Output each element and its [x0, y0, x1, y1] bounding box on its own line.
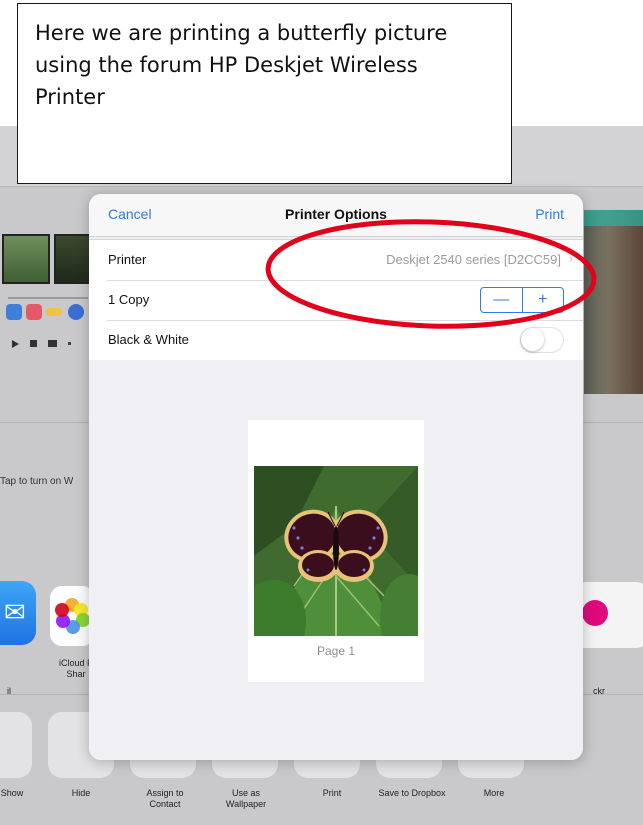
photo-thumbnail[interactable] — [2, 234, 50, 284]
copies-label: 1 Copy — [108, 292, 150, 307]
copies-row: 1 Copy — + — [89, 280, 583, 320]
increment-button[interactable]: + — [523, 288, 564, 312]
page-preview[interactable]: Page 1 — [248, 420, 424, 682]
background-photo-edge — [584, 210, 643, 226]
print-button[interactable]: Print — [535, 206, 564, 222]
slideshow-button[interactable] — [0, 712, 32, 778]
dialog-title: Printer Options — [285, 206, 387, 222]
printer-value: Deskjet 2540 series [D2CC59] — [386, 252, 561, 267]
action-label: Hide — [71, 788, 91, 798]
caption-callout: Here we are printing a butterfly picture… — [17, 3, 512, 184]
photo-thumbnails — [0, 234, 100, 284]
thumbnail-caption — [8, 297, 88, 299]
printer-options-list: Printer Deskjet 2540 series [D2CC59] › 1… — [89, 239, 583, 361]
print-preview-area: Page 1 — [89, 360, 583, 760]
square-mini-icon — [30, 340, 37, 347]
airdrop-hint-label: Tap to turn on W — [0, 476, 74, 487]
share-app-label: il — [7, 686, 11, 696]
more-mini-icon — [68, 342, 71, 345]
toggle-knob — [521, 328, 544, 351]
printer-row[interactable]: Printer Deskjet 2540 series [D2CC59] › — [89, 240, 583, 280]
page-label: Page 1 — [316, 644, 356, 658]
butterfly-photo — [254, 466, 418, 636]
background-photo — [584, 210, 643, 394]
mail-mini-icon — [6, 304, 22, 320]
chevron-right-icon: › — [568, 251, 573, 266]
action-label: More — [483, 788, 505, 798]
printer-options-dialog: Cancel Printer Options Print Printer Des… — [89, 194, 583, 760]
play-mini-icon — [12, 340, 19, 348]
copies-stepper[interactable]: — + — [480, 287, 564, 313]
notes-mini-icon — [46, 308, 62, 316]
action-label: Assign to Contact — [146, 788, 184, 809]
black-white-row: Black & White — [89, 320, 583, 360]
flickr-icon — [582, 600, 608, 626]
decrement-button[interactable]: — — [481, 288, 522, 312]
butterfly-image — [254, 466, 418, 636]
airdrop-hint-text: Tap to turn on W — [0, 476, 73, 487]
photos-icon — [54, 598, 90, 634]
dialog-navbar: Cancel Printer Options Print — [89, 194, 583, 237]
mail-app-button[interactable]: ✉ — [0, 581, 36, 645]
photos-mini-icon — [26, 304, 42, 320]
facebook-mini-icon — [68, 304, 84, 320]
printer-label: Printer — [108, 252, 147, 267]
divider — [0, 186, 643, 187]
mini-app-icons — [6, 304, 96, 324]
black-white-label: Black & White — [108, 332, 189, 347]
mail-icon: ✉ — [4, 597, 26, 627]
action-label: Use as Wallpaper — [225, 788, 267, 809]
action-label: Print — [322, 788, 342, 798]
black-white-toggle[interactable] — [520, 327, 564, 353]
action-label: Save to Dropbox — [378, 788, 446, 798]
share-app-label: ckr — [593, 686, 605, 696]
caption-text: Here we are printing a butterfly picture… — [35, 21, 448, 109]
printer-mini-icon — [48, 340, 57, 347]
